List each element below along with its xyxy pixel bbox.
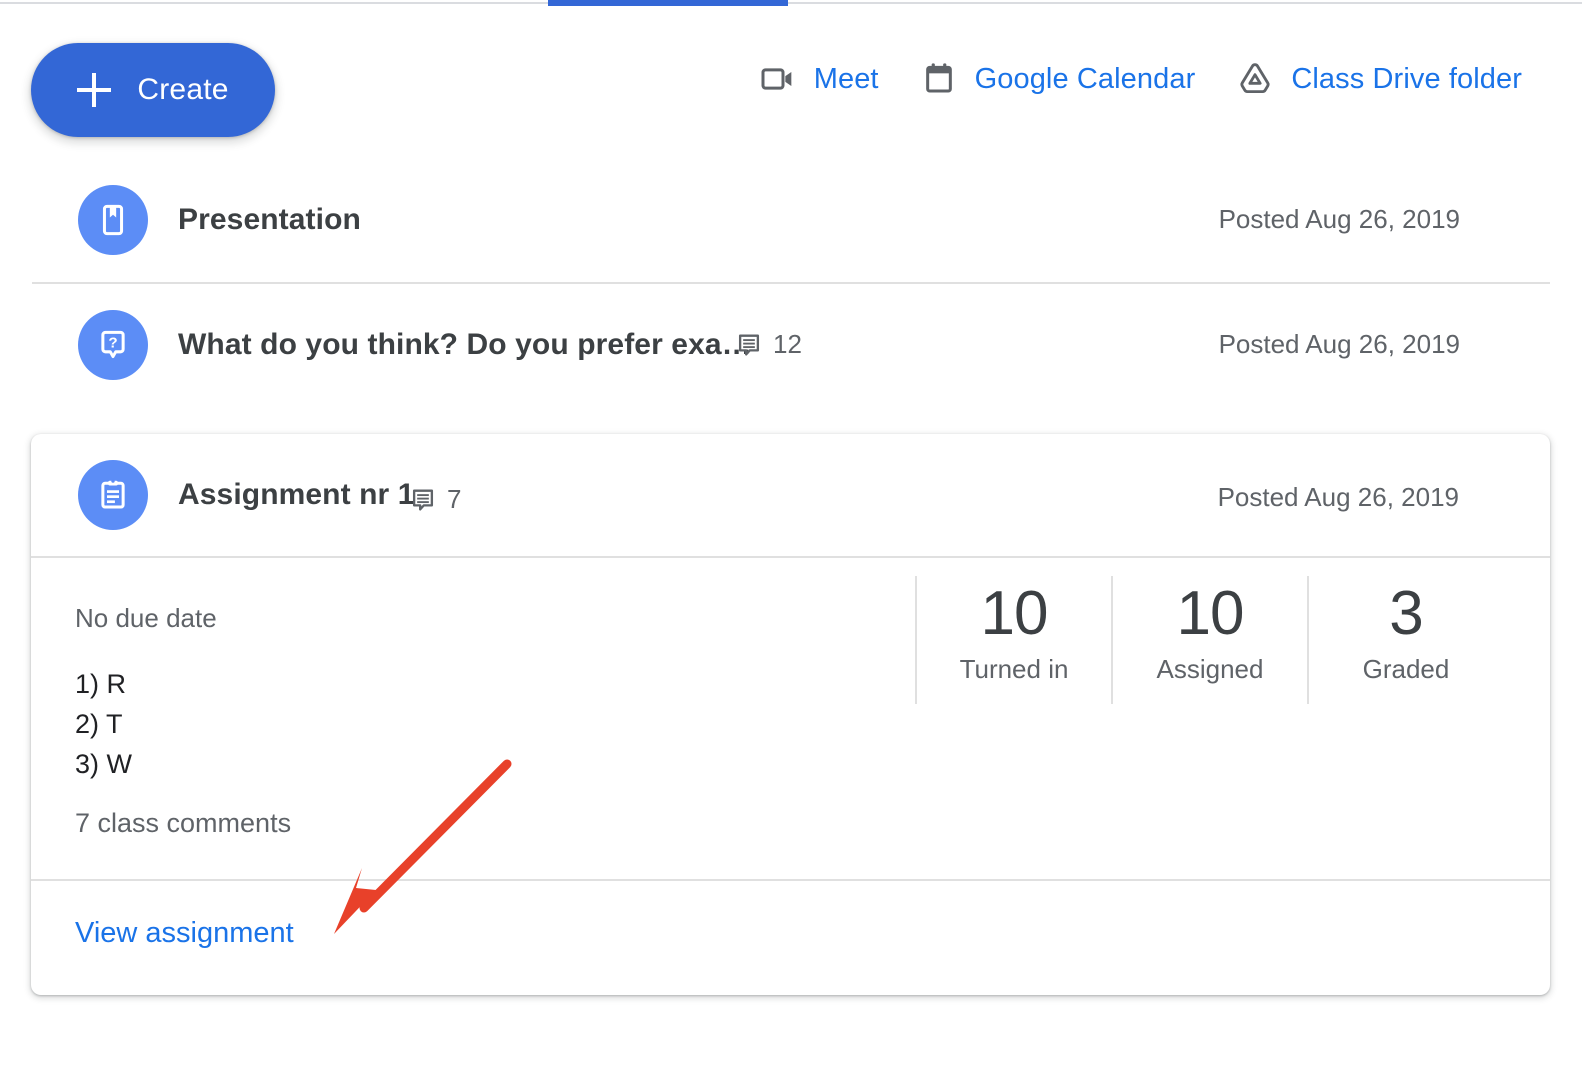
google-calendar-link-label: Google Calendar xyxy=(974,62,1196,95)
stream-row-comment-count[interactable]: 12 xyxy=(735,329,802,360)
stream-row-date: Posted Aug 26, 2019 xyxy=(1218,204,1460,234)
tab-strip-divider xyxy=(0,2,1582,4)
active-tab-indicator[interactable] xyxy=(548,0,788,6)
class-comments-link[interactable]: 7 class comments xyxy=(75,808,291,839)
description-line: 1) R xyxy=(75,669,127,699)
assignment-card-header[interactable]: Assignment nr 1 7 Posted Aug 26, 2019 xyxy=(31,434,1550,558)
calendar-icon xyxy=(919,59,959,99)
assignment-comment-count[interactable]: 7 xyxy=(409,484,461,515)
stat-number: 10 xyxy=(1176,579,1245,648)
assignment-title: Assignment nr 1 xyxy=(178,478,415,511)
description-line: 3) W xyxy=(75,749,132,779)
create-button-label: Create xyxy=(137,73,229,106)
assignment-card-body: No due date 1) R 2) T 3) W 7 class comme… xyxy=(31,558,1550,879)
stream-list: Presentation Posted Aug 26, 2019 ? What … xyxy=(0,157,1582,407)
assignment-card-footer: View assignment xyxy=(31,879,1550,995)
stream-row-date: Posted Aug 26, 2019 xyxy=(1218,329,1460,359)
meet-link-label: Meet xyxy=(813,62,879,95)
stat-label: Assigned xyxy=(1156,654,1264,684)
create-button[interactable]: Create xyxy=(31,43,275,137)
class-drive-folder-link-label: Class Drive folder xyxy=(1291,62,1522,95)
plus-icon xyxy=(77,73,112,107)
assignment-date: Posted Aug 26, 2019 xyxy=(1217,482,1459,512)
svg-text:?: ? xyxy=(108,334,117,351)
stat-number: 3 xyxy=(1389,579,1423,648)
material-book-icon xyxy=(78,184,148,255)
stat-label: Turned in xyxy=(959,654,1069,684)
assignment-stats: 10 Turned in 10 Assigned 3 Graded xyxy=(915,576,1503,704)
tab-strip xyxy=(0,0,1582,7)
comment-bubble-icon xyxy=(735,331,763,359)
stat-number: 10 xyxy=(980,579,1049,648)
stat-label: Graded xyxy=(1362,654,1450,684)
stat-graded[interactable]: 3 Graded xyxy=(1307,576,1503,704)
assignment-description: 1) R 2) T 3) W xyxy=(75,664,132,784)
drive-folder-icon xyxy=(1235,59,1275,99)
meet-link[interactable]: Meet xyxy=(758,59,879,99)
description-line: 2) T xyxy=(75,709,123,739)
comment-bubble-icon xyxy=(409,486,437,514)
stream-row-title: Presentation xyxy=(178,202,361,236)
assignment-card[interactable]: Assignment nr 1 7 Posted Aug 26, 2019 No… xyxy=(31,434,1550,995)
stat-assigned[interactable]: 10 Assigned xyxy=(1111,576,1307,704)
assignment-clipboard-icon xyxy=(78,460,148,530)
view-assignment-link[interactable]: View assignment xyxy=(75,917,294,950)
question-bubble-icon: ? xyxy=(78,309,148,380)
comment-count-label: 12 xyxy=(773,329,802,359)
stream-row-presentation[interactable]: Presentation Posted Aug 26, 2019 xyxy=(0,157,1582,282)
due-date-label: No due date xyxy=(75,603,217,633)
page-header: Create Meet Google Calendar Class Drive … xyxy=(0,7,1582,157)
comment-count-label: 7 xyxy=(447,484,462,514)
class-drive-folder-link[interactable]: Class Drive folder xyxy=(1235,59,1522,99)
stream-row-question[interactable]: ? What do you think? Do you prefer exa… … xyxy=(0,282,1582,407)
stat-turned-in[interactable]: 10 Turned in xyxy=(915,576,1111,704)
meet-camera-icon xyxy=(758,59,798,99)
stream-row-title: What do you think? Do you prefer exa… xyxy=(178,327,752,361)
header-links: Meet Google Calendar Class Drive folder xyxy=(758,59,1522,99)
google-calendar-link[interactable]: Google Calendar xyxy=(919,59,1196,99)
